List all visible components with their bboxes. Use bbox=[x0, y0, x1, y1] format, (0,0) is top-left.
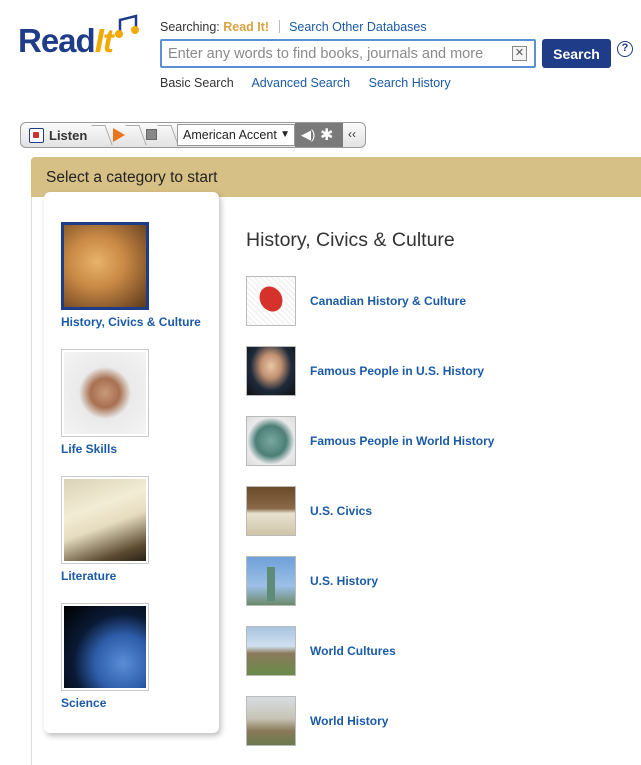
earth-image[interactable] bbox=[61, 603, 149, 691]
search-box: ✕ bbox=[160, 39, 536, 68]
chevron-divider-icon bbox=[157, 125, 179, 145]
topic-label[interactable]: U.S. Civics bbox=[310, 504, 372, 518]
gavel-book-image[interactable] bbox=[246, 486, 296, 536]
listen-label: Listen bbox=[49, 127, 88, 143]
clear-search-icon[interactable]: ✕ bbox=[512, 46, 527, 61]
topic-label[interactable]: Famous People in U.S. History bbox=[310, 364, 484, 378]
search-button[interactable]: Search bbox=[542, 39, 611, 68]
canada-stamp-image[interactable] bbox=[246, 276, 296, 326]
pharaoh-statue-image[interactable] bbox=[61, 222, 149, 310]
topic-label[interactable]: Canadian History & Culture bbox=[310, 294, 466, 308]
divider bbox=[278, 20, 280, 33]
great-wall-image[interactable] bbox=[246, 696, 296, 746]
searching-prefix: Searching: bbox=[160, 20, 220, 34]
topic-title: History, Civics & Culture bbox=[246, 229, 455, 251]
search-mode-links: Basic Search Advanced Search Search Hist… bbox=[160, 76, 466, 90]
pyramid-image[interactable] bbox=[246, 626, 296, 676]
category-label[interactable]: Literature bbox=[61, 569, 149, 583]
search-other-databases-link[interactable]: Search Other Databases bbox=[289, 20, 427, 34]
topic-item-world-history[interactable]: World History bbox=[246, 696, 388, 746]
panel-left-border bbox=[31, 197, 32, 765]
logo-text: ReadIt bbox=[18, 22, 114, 59]
category-label[interactable]: Life Skills bbox=[61, 442, 149, 456]
accent-select[interactable]: American Accent ▼ bbox=[177, 124, 295, 146]
topic-label[interactable]: World History bbox=[310, 714, 388, 728]
search-input[interactable] bbox=[162, 41, 502, 66]
topic-item-world-cultures[interactable]: World Cultures bbox=[246, 626, 396, 676]
category-panel-title: Select a category to start bbox=[46, 169, 218, 186]
dropdown-arrow-icon: ▼ bbox=[280, 129, 290, 140]
collapse-toolbar-icon[interactable]: ‹‹ bbox=[348, 127, 356, 141]
topic-item-canadian-history[interactable]: Canadian History & Culture bbox=[246, 276, 466, 326]
handshake-image[interactable] bbox=[61, 349, 149, 437]
current-database: Read It! bbox=[223, 20, 270, 34]
gear-icon[interactable]: ✱ bbox=[320, 125, 333, 145]
topic-item-famous-us[interactable]: Famous People in U.S. History bbox=[246, 346, 484, 396]
listen-button[interactable]: Listen bbox=[21, 123, 99, 147]
topic-item-us-civics[interactable]: U.S. Civics bbox=[246, 486, 372, 536]
category-item-life-skills[interactable]: Life Skills bbox=[61, 349, 149, 456]
searching-row: Searching: Read It! Search Other Databas… bbox=[160, 20, 427, 34]
president-portrait-image[interactable] bbox=[246, 346, 296, 396]
help-icon[interactable]: ? bbox=[617, 41, 633, 57]
search-history-link[interactable]: Search History bbox=[369, 76, 451, 90]
topic-label[interactable]: Famous People in World History bbox=[310, 434, 494, 448]
volume-icon[interactable]: ◀) bbox=[301, 127, 315, 143]
topic-label[interactable]: World Cultures bbox=[310, 644, 396, 658]
category-item-literature[interactable]: Literature bbox=[61, 476, 149, 583]
speaker-doc-icon bbox=[29, 127, 44, 143]
category-label[interactable]: History, Civics & Culture bbox=[61, 315, 201, 329]
basic-search-link[interactable]: Basic Search bbox=[160, 76, 234, 90]
category-label[interactable]: Science bbox=[61, 696, 149, 710]
read-it-logo[interactable]: ReadIt bbox=[18, 14, 143, 60]
chevron-divider-icon bbox=[125, 125, 147, 145]
category-item-history[interactable]: History, Civics & Culture bbox=[61, 222, 201, 329]
advanced-search-link[interactable]: Advanced Search bbox=[251, 76, 350, 90]
logo-music-note-icon bbox=[115, 14, 139, 38]
open-book-image[interactable] bbox=[61, 476, 149, 564]
topic-label[interactable]: U.S. History bbox=[310, 574, 378, 588]
read-aloud-toolbar: Listen American Accent ▼ ◀) ✱ ‹‹ bbox=[20, 122, 366, 148]
category-panel-header: Select a category to start bbox=[31, 157, 641, 197]
mandela-stamp-image[interactable] bbox=[246, 416, 296, 466]
topic-item-famous-world[interactable]: Famous People in World History bbox=[246, 416, 494, 466]
category-item-science[interactable]: Science bbox=[61, 603, 149, 710]
stop-icon[interactable] bbox=[146, 129, 157, 140]
accent-selected-value: American Accent bbox=[183, 128, 277, 142]
topic-item-us-history[interactable]: U.S. History bbox=[246, 556, 378, 606]
statue-of-liberty-image[interactable] bbox=[246, 556, 296, 606]
play-icon[interactable] bbox=[113, 128, 125, 142]
